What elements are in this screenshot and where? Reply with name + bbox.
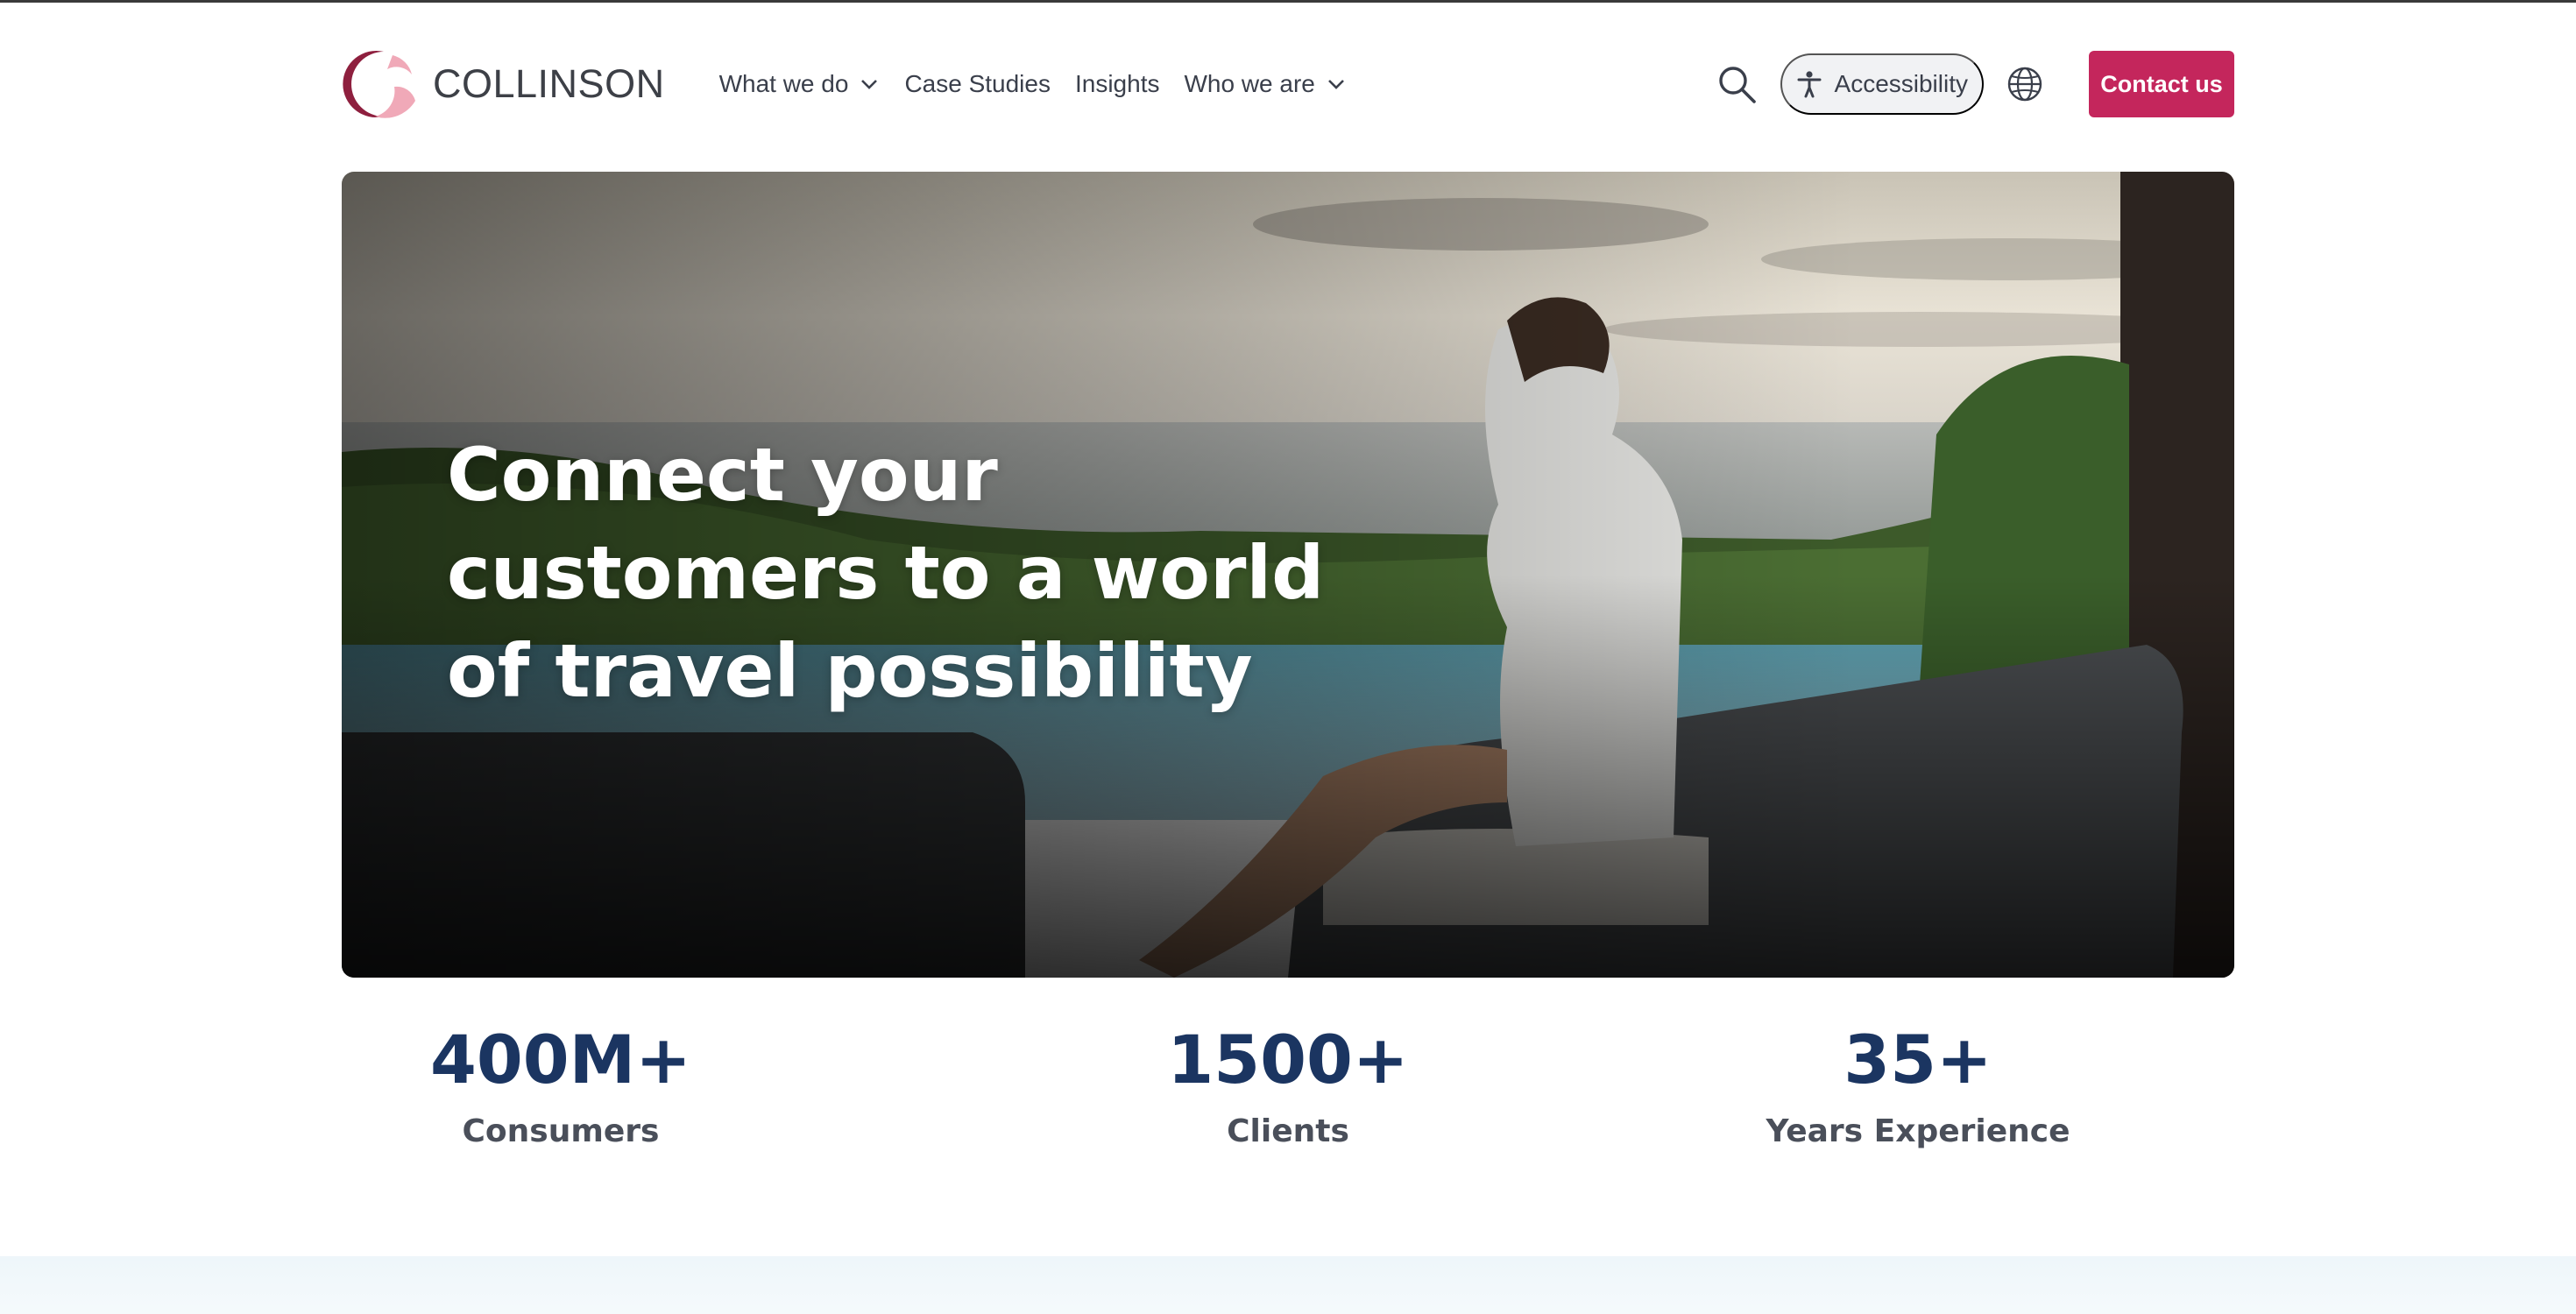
header-actions: Accessibility Contact us [1716, 49, 2234, 119]
main-nav: What we do Case Studies Insights Who we … [719, 49, 1371, 119]
nav-item-who-we-are[interactable]: Who we are [1184, 58, 1346, 110]
stats-section: 400M+ Consumers 1500+ Clients 35+ Years … [342, 1016, 2234, 1165]
stat-label: Clients [1227, 1113, 1349, 1149]
stat-value: 35+ [1844, 1021, 1992, 1099]
nav-item-label: Case Studies [904, 70, 1051, 97]
logo-wordmark: COLLINSON [433, 61, 665, 106]
logo-link[interactable]: COLLINSON [342, 49, 665, 119]
stat-clients: 1500+ Clients [1060, 1016, 1516, 1156]
search-icon[interactable] [1716, 63, 1758, 105]
contact-us-button[interactable]: Contact us [2089, 51, 2234, 117]
collinson-logo-mark-icon [343, 51, 415, 118]
stat-value: 1500+ [1167, 1021, 1409, 1099]
accessibility-person-icon [1797, 71, 1822, 98]
stat-value: 400M+ [430, 1021, 691, 1099]
chevron-down-icon [861, 80, 878, 89]
hero-title: Connect your customers to a world of tra… [447, 432, 1325, 714]
page: COLLINSON What we do Case Studies Insigh… [0, 0, 2576, 1314]
stat-label: Consumers [462, 1113, 660, 1149]
globe-icon[interactable] [2006, 66, 2043, 102]
hero-banner: Connect your customers to a world of tra… [342, 172, 2234, 978]
window-top-border [0, 0, 2576, 3]
chevron-down-icon [1327, 80, 1344, 89]
accessibility-button[interactable]: Accessibility [1780, 53, 1984, 115]
accessibility-label: Accessibility [1834, 70, 1968, 97]
stat-label: Years Experience [1766, 1113, 2070, 1149]
nav-item-label: Who we are [1184, 70, 1315, 97]
nav-item-label: Insights [1074, 70, 1160, 97]
nav-item-label: What we do [718, 70, 849, 97]
site-header: COLLINSON What we do Case Studies Insigh… [342, 49, 2234, 119]
nav-item-insights[interactable]: Insights [1075, 58, 1160, 110]
stat-years-experience: 35+ Years Experience [1690, 1016, 2146, 1156]
nav-item-case-studies[interactable]: Case Studies [904, 58, 1051, 110]
next-section-band [0, 1256, 2576, 1314]
stat-consumers: 400M+ Consumers [333, 1016, 789, 1156]
nav-item-what-we-do[interactable]: What we do [719, 58, 881, 110]
